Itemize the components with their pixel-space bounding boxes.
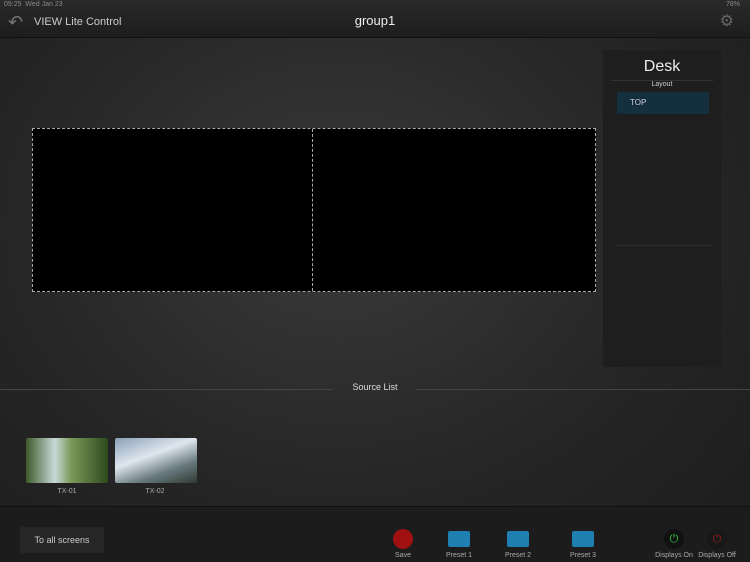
status-time: 09:25 Wed Jan 23 xyxy=(4,1,63,8)
divider xyxy=(416,389,750,390)
preset-1-icon[interactable] xyxy=(448,531,470,547)
displays-off-label: Displays Off xyxy=(698,552,736,559)
battery: 78% xyxy=(725,1,740,8)
source-label: TX-02 xyxy=(145,488,165,495)
power-off-icon[interactable]: ⏻ xyxy=(707,529,727,549)
screen-1[interactable] xyxy=(33,129,313,291)
desk-panel: Desk Layout TOP xyxy=(603,50,721,367)
source-thumbnail-tx-02[interactable] xyxy=(115,438,197,483)
screen-layout xyxy=(32,128,596,292)
power-on-icon[interactable]: ⏻ xyxy=(664,529,684,549)
layout-item-top[interactable]: TOP xyxy=(617,92,709,114)
to-all-screens-button[interactable]: To all screens xyxy=(20,527,104,553)
preset-3-label: Preset 3 xyxy=(569,552,597,559)
source-label: TX-01 xyxy=(57,488,77,495)
divider xyxy=(615,245,711,246)
navbar: 09:25 Wed Jan 23 78% ↶ VIEW Lite Control… xyxy=(0,0,750,38)
save-label: Save xyxy=(395,552,411,559)
desk-title: Desk xyxy=(643,58,681,75)
time: 09:25 xyxy=(4,1,22,8)
preset-3-icon[interactable] xyxy=(572,531,594,547)
layout-label: Layout xyxy=(611,80,713,88)
preset-1-label: Preset 1 xyxy=(445,552,473,559)
date: Wed Jan 23 xyxy=(25,1,63,8)
bottom-toolbar: To all screens Save Preset 1 Preset 2 Pr… xyxy=(0,506,750,562)
preset-2-label: Preset 2 xyxy=(504,552,532,559)
page-title: group1 xyxy=(354,13,396,28)
save-icon[interactable] xyxy=(393,529,413,549)
source-thumbnail-tx-01[interactable] xyxy=(26,438,108,483)
preset-2-icon[interactable] xyxy=(507,531,529,547)
gear-icon[interactable]: ⚙ xyxy=(720,11,734,31)
screen-2[interactable] xyxy=(314,129,595,291)
source-list-title: Source List xyxy=(352,382,398,392)
divider xyxy=(0,389,333,390)
